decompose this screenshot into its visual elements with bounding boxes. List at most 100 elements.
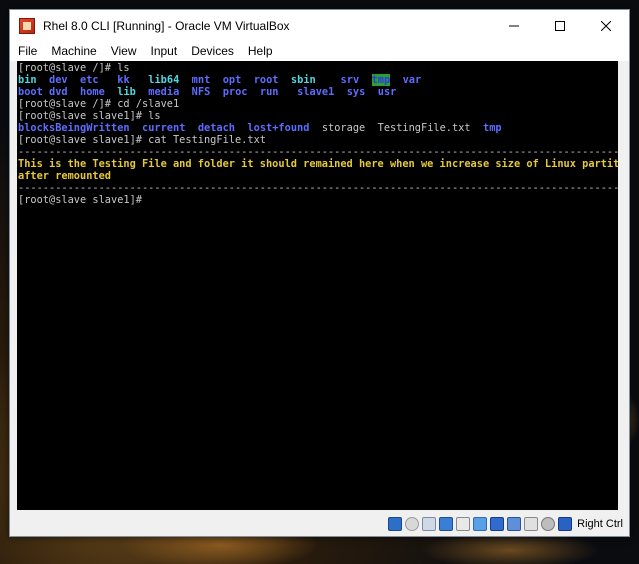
terminal-line: blocksBeingWritten current detach lost+f… [18,122,618,134]
close-icon [601,20,611,31]
menu-file[interactable]: File [10,44,44,58]
terminal-text: dev [49,74,68,86]
terminal-text: opt [222,74,242,86]
terminal-text: blocksBeingWritten [18,122,130,134]
menu-bar: File Machine View Input Devices Help [10,41,629,61]
terminal-text: dvd [49,86,68,98]
network-icon[interactable] [438,516,453,531]
maximize-button[interactable] [537,10,583,41]
terminal-text: [root@slave /]# ls [18,62,130,74]
maximize-icon [555,20,565,31]
terminal-text: lost+found [247,122,310,134]
terminal-text: run [259,86,279,98]
terminal-text: kk [117,74,130,86]
terminal-text: srv [340,74,360,86]
terminal-line: [root@slave /]# cd /slave1 [18,98,618,110]
virtualbox-app-icon [19,17,35,34]
terminal-line: [root@slave /]# ls [18,62,618,74]
audio-icon[interactable] [421,516,436,531]
terminal-text: etc [80,74,99,86]
host-key-label[interactable]: Right Ctrl [577,518,623,530]
terminal-line: ----------------------------------------… [18,182,618,194]
title-bar[interactable]: Rhel 8.0 CLI [Running] - Oracle VM Virtu… [10,10,629,41]
terminal-line: [root@slave slave1]# ls [18,110,618,122]
terminal-text: after remounted [18,170,111,182]
minimize-icon [509,25,519,26]
mouse-integration-icon[interactable] [557,516,572,531]
optical-drive-icon[interactable] [404,516,419,531]
status-bar: Right Ctrl [10,511,629,536]
terminal-line: ----------------------------------------… [18,146,618,158]
terminal-text: home [80,86,105,98]
virtualbox-window: Rhel 8.0 CLI [Running] - Oracle VM Virtu… [9,9,630,537]
video-capture-icon[interactable] [506,516,521,531]
terminal-text: [root@slave slave1]# [18,194,142,206]
display-icon[interactable] [489,516,504,531]
terminal-text: current [142,122,186,134]
menu-view[interactable]: View [104,44,144,58]
hard-disk-icon[interactable] [387,516,402,531]
close-button[interactable] [583,10,629,41]
menu-devices[interactable]: Devices [184,44,241,58]
menu-help[interactable]: Help [241,44,280,58]
terminal-line: [root@slave slave1]# cat TestingFile.txt [18,134,618,146]
terminal-line: [root@slave slave1]# [18,194,618,206]
terminal-text: var [402,74,422,86]
usb-icon[interactable] [455,516,470,531]
terminal-line: bin dev etc kk lib64 mnt opt root sbin s… [18,74,618,86]
terminal-text: lib [117,86,136,98]
menu-machine[interactable]: Machine [44,44,103,58]
terminal-line: after remounted [18,170,618,182]
terminal-text: ----------------------------------------… [18,182,618,194]
terminal-text: slave1 [297,86,335,98]
terminal-text: This is the Testing File and folder it s… [18,158,618,170]
terminal-text: mnt [191,74,211,86]
terminal-text: usr [377,86,397,98]
terminal-text: proc [222,86,248,98]
terminal-text: sys [346,86,366,98]
window-title: Rhel 8.0 CLI [Running] - Oracle VM Virtu… [43,18,290,33]
terminal-text: boot [18,86,43,98]
terminal-text: detach [197,122,236,134]
terminal-text: NFS [191,86,211,98]
shared-folders-icon[interactable] [472,516,487,531]
terminal-text: sbin [290,74,316,86]
terminal-text: [root@slave slave1]# cat TestingFile.txt [18,134,266,146]
vm-console-screen[interactable]: [root@slave /]# ls bin dev etc kk lib64 m… [17,61,618,510]
terminal-text: lib64 [148,74,180,86]
cpu-icon[interactable] [540,516,555,531]
terminal-text: bin [18,74,37,86]
terminal-text: tmp [483,122,502,134]
recording-icon[interactable] [523,516,538,531]
menu-input[interactable]: Input [144,44,185,58]
terminal-text: ----------------------------------------… [18,146,618,158]
terminal-text: media [148,86,180,98]
terminal-text: root [253,74,279,86]
minimize-button[interactable] [491,10,537,41]
terminal-line: boot dvd home lib media NFS proc run sla… [18,86,618,98]
terminal-line: This is the Testing File and folder it s… [18,158,618,170]
terminal-text: [root@slave slave1]# ls [18,110,161,122]
